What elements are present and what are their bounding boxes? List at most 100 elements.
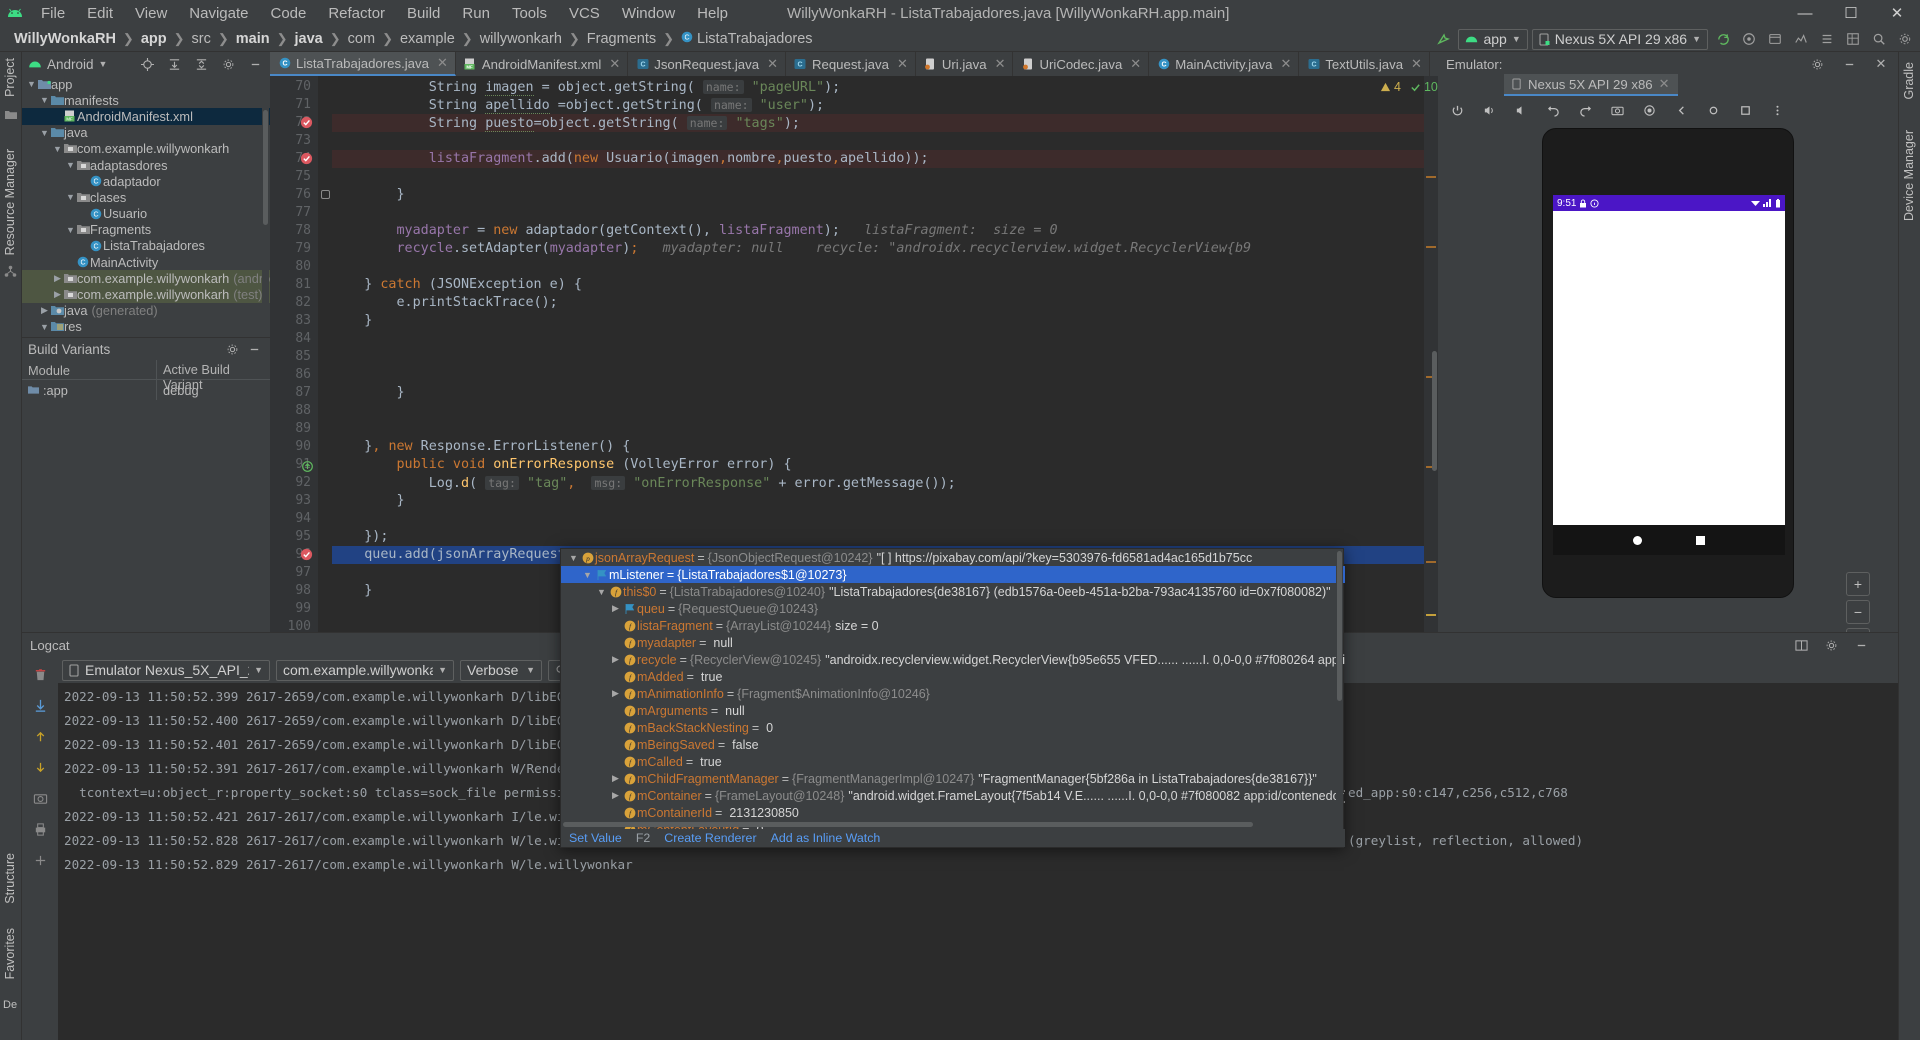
- debugger-action-create-renderer[interactable]: Create Renderer: [664, 831, 756, 845]
- search-icon[interactable]: [1868, 28, 1890, 50]
- tool-tab-gradle[interactable]: Gradle: [1899, 56, 1919, 106]
- close-icon[interactable]: ✕: [1659, 76, 1670, 92]
- nav-back-icon[interactable]: [1633, 535, 1643, 545]
- code-line[interactable]: String puesto=object.getString( name: "t…: [332, 114, 800, 133]
- emulator-device-frame[interactable]: 9:51: [1542, 128, 1794, 598]
- editor-tab-jsonrequest-java[interactable]: C JsonRequest.java ✕: [628, 52, 786, 76]
- debugger-action-set-value[interactable]: Set Value: [569, 831, 622, 845]
- code-line[interactable]: }: [332, 186, 404, 204]
- code-line[interactable]: }, new Response.ErrorListener() {: [332, 438, 630, 456]
- breadcrumb-item-willywonkarh[interactable]: willywonkarh: [474, 30, 568, 48]
- override-method-icon[interactable]: [302, 459, 313, 472]
- variable-row[interactable]: ▶ queu = {RequestQueue@10243}: [561, 600, 1345, 617]
- variable-row[interactable]: ▼ f this$0 = {ListaTrabajadores@10240} "Lista…: [561, 583, 1345, 600]
- editor-tab-uri-java[interactable]: Uri.java ✕: [916, 52, 1014, 76]
- project-tree-item[interactable]: ▶com.example.willywonkarh(androidTest): [22, 270, 270, 287]
- menu-bar[interactable]: File Edit View Navigate Code Refactor Build Run…: [30, 3, 739, 24]
- variable-row[interactable]: ▶ f mChildFragmentManager = {FragmentManager…: [561, 770, 1345, 787]
- zoom-in-button[interactable]: +: [1846, 572, 1870, 596]
- code-line[interactable]: public void onErrorResponse (VolleyError…: [332, 456, 792, 474]
- editor-markers[interactable]: [1424, 76, 1438, 632]
- code-line[interactable]: [332, 258, 340, 276]
- chevron-down-icon[interactable]: ▼: [65, 192, 76, 202]
- project-view-select[interactable]: Android: [47, 57, 94, 72]
- code-line[interactable]: [332, 366, 340, 384]
- menu-item-view[interactable]: View: [124, 3, 178, 24]
- breadcrumb-item-example[interactable]: example: [394, 30, 461, 48]
- close-icon[interactable]: ✕: [1411, 56, 1422, 72]
- code-line[interactable]: e.printStackTrace();: [332, 294, 557, 312]
- menu-item-help[interactable]: Help: [686, 3, 739, 24]
- code-line[interactable]: [332, 564, 340, 582]
- code-line[interactable]: myadapter = new adaptador(getContext(), …: [332, 222, 1058, 240]
- breadcrumb-item-src[interactable]: src: [186, 30, 217, 48]
- project-tree-item[interactable]: ▼ manifests: [22, 92, 270, 108]
- menu-item-window[interactable]: Window: [611, 3, 686, 24]
- variable-row[interactable]: f myadapter = null: [561, 634, 1345, 651]
- emulator-device-tab[interactable]: Nexus 5X API 29 x86 ✕: [1504, 74, 1678, 96]
- tool-tab-structure[interactable]: Structure: [0, 847, 20, 910]
- logcat-level-select[interactable]: Verbose ▼: [460, 659, 542, 681]
- editor-marker[interactable]: [1426, 561, 1436, 563]
- profiler-icon[interactable]: [1790, 28, 1812, 50]
- menu-item-tools[interactable]: Tools: [501, 3, 558, 24]
- variable-row[interactable]: ▶ f mContainer = {FrameLayout@10248} "android…: [561, 787, 1345, 804]
- code-line[interactable]: }: [332, 492, 404, 510]
- variable-row[interactable]: f mCalled = true: [561, 753, 1345, 770]
- editor-marker[interactable]: [1426, 614, 1436, 616]
- editor-tab-request-java[interactable]: C Request.java ✕: [786, 52, 916, 76]
- variables-action-bar[interactable]: Set Value F2 Create Renderer Add as Inline …: [561, 829, 1345, 847]
- fold-column[interactable]: [318, 76, 332, 632]
- chevron-down-icon[interactable]: ▼: [52, 144, 63, 154]
- breadcrumb-item-willywonkarh[interactable]: WillyWonkaRH: [8, 30, 122, 48]
- variant-name[interactable]: debug: [157, 383, 270, 398]
- avd-manager-icon[interactable]: [1738, 28, 1760, 50]
- tool-tab-resource-manager[interactable]: Resource Manager: [0, 143, 20, 261]
- volume-up-icon[interactable]: [1478, 99, 1500, 121]
- back-nav-icon[interactable]: [1670, 99, 1692, 121]
- variables-tree[interactable]: ▼ p jsonArrayRequest = {JsonObjectRequest@10…: [561, 549, 1345, 831]
- list-icon[interactable]: [1816, 28, 1838, 50]
- emulator-screen[interactable]: [1553, 195, 1785, 525]
- chevron-right-icon[interactable]: ▶: [609, 688, 622, 699]
- close-icon[interactable]: ✕: [609, 56, 620, 72]
- rotate-right-icon[interactable]: [1574, 99, 1596, 121]
- chevron-down-icon[interactable]: ▼: [39, 95, 50, 105]
- settings-gear-icon[interactable]: [1806, 53, 1828, 75]
- scroll-down-icon[interactable]: [29, 756, 51, 778]
- code-line[interactable]: listaFragment.add(new Usuario(imagen,nom…: [332, 150, 929, 168]
- code-line[interactable]: }: [332, 312, 372, 330]
- editor-tab-uricodec-java[interactable]: UriCodec.java ✕: [1013, 52, 1150, 76]
- breadcrumb-item-fragments[interactable]: Fragments: [581, 30, 662, 48]
- zoom-out-button[interactable]: −: [1846, 600, 1870, 624]
- breadcrumb-item-app[interactable]: app: [135, 30, 173, 48]
- build-variants-table[interactable]: Module Active Build Variant :app debug: [22, 360, 270, 400]
- tool-tab-debug[interactable]: De: [0, 993, 21, 1017]
- chevron-right-icon[interactable]: ▶: [39, 305, 50, 316]
- editor-marker[interactable]: [1426, 176, 1436, 178]
- tool-tab-device-manager[interactable]: Device Manager: [1899, 124, 1919, 227]
- tool-tab-favorites[interactable]: Favorites: [0, 922, 20, 985]
- scroll-up-icon[interactable]: [29, 725, 51, 747]
- chevron-down-icon[interactable]: ▼: [581, 570, 594, 580]
- variable-row[interactable]: ▼ p jsonArrayRequest = {JsonObjectRequest@10…: [561, 549, 1345, 566]
- project-tree-item[interactable]: ▼ res: [22, 319, 270, 331]
- settings-gear-icon[interactable]: [217, 53, 239, 75]
- project-tree-item[interactable]: ▼ java: [22, 125, 270, 141]
- project-tree-item[interactable]: C ListaTrabajadores: [22, 238, 270, 254]
- screenshot-icon[interactable]: [29, 787, 51, 809]
- chevron-right-icon[interactable]: ▶: [52, 289, 63, 300]
- chevron-down-icon[interactable]: ▼: [65, 225, 76, 235]
- project-tree-item[interactable]: ▼ app: [22, 76, 270, 92]
- breadcrumb-item-com[interactable]: com: [342, 30, 381, 48]
- code-line[interactable]: [332, 348, 340, 366]
- screenshot-icon[interactable]: [1606, 99, 1628, 121]
- variable-row[interactable]: ▶ f recycle = {RecyclerView@10245} "androidx.…: [561, 651, 1345, 668]
- project-tree-item[interactable]: ▼ clases: [22, 189, 270, 205]
- code-line[interactable]: Log.d( tag: "tag", msg: "onErrorResponse…: [332, 474, 956, 493]
- device-navigation-bar[interactable]: [1553, 525, 1785, 555]
- logcat-device-select[interactable]: Emulator Nexus_5X_API_29 ... ▼: [62, 659, 270, 681]
- chevron-right-icon[interactable]: ▶: [52, 273, 63, 284]
- code-line[interactable]: }: [332, 582, 372, 600]
- project-tree-item[interactable]: ▼ Fragments: [22, 222, 270, 238]
